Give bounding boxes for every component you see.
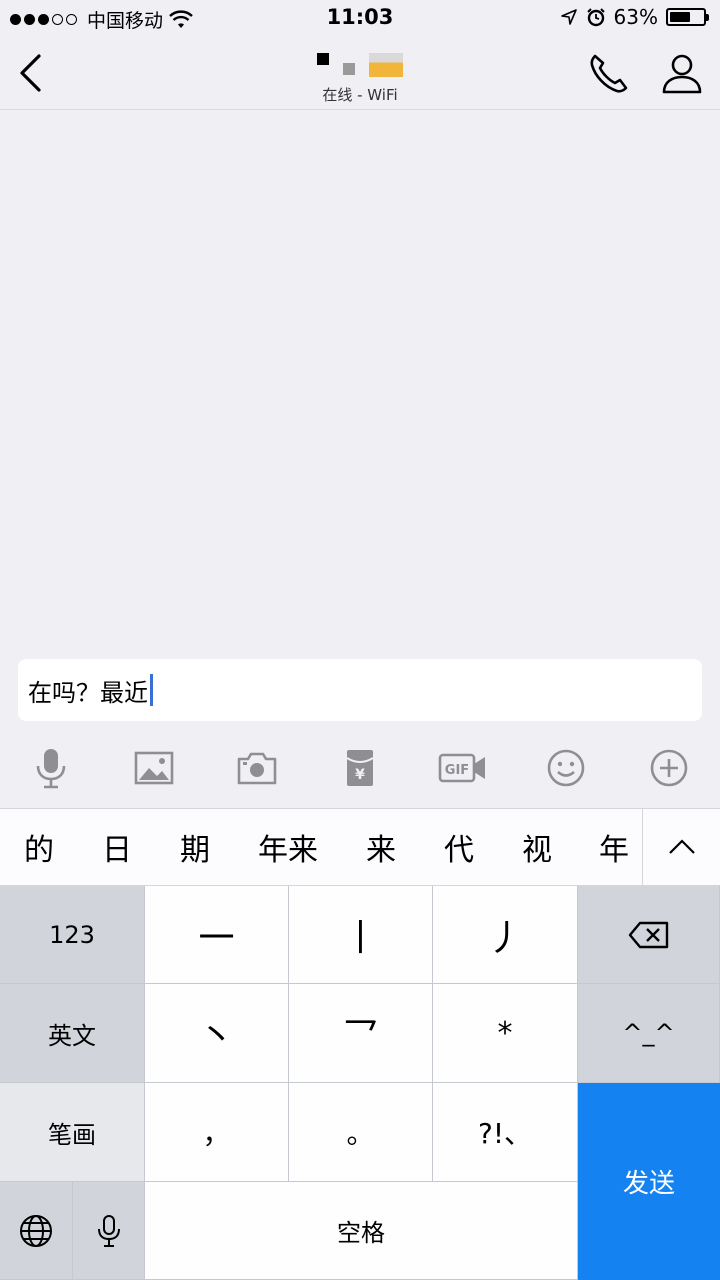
chevron-left-icon bbox=[20, 54, 41, 92]
phone-icon bbox=[590, 54, 628, 93]
backspace-icon bbox=[628, 921, 668, 948]
delete-key[interactable] bbox=[578, 886, 720, 984]
nav-bar: 在线 - WiFi bbox=[0, 36, 720, 110]
gif-label: GIF bbox=[445, 763, 469, 778]
candidate-item[interactable]: 年 bbox=[576, 809, 652, 885]
candidate-item[interactable]: 的 bbox=[0, 809, 78, 885]
chat-toolbar: ¥ GIF bbox=[0, 730, 720, 806]
candidate-item[interactable]: 代 bbox=[420, 809, 498, 885]
emoji-button[interactable] bbox=[514, 730, 617, 806]
globe-key[interactable] bbox=[0, 1182, 73, 1280]
key-stroke-heng[interactable]: 一 bbox=[145, 886, 289, 984]
key-emoticon[interactable]: ^_^ bbox=[578, 984, 720, 1083]
status-bar: 中国移动 11:03 63% bbox=[0, 0, 720, 36]
connection-status: 在线 - WiFi bbox=[322, 86, 398, 104]
plus-icon bbox=[650, 749, 687, 787]
gif-button[interactable]: GIF bbox=[411, 730, 514, 806]
key-stroke-mode[interactable]: 笔画 bbox=[0, 1083, 145, 1182]
key-comma[interactable]: ， bbox=[145, 1083, 289, 1182]
emoji-icon bbox=[547, 749, 585, 787]
keyboard: 123 一 丨 丿 英文 丶 乛 * ^_^ 笔画 ， 。 ?!、 空格 发送 bbox=[0, 886, 720, 1280]
key-stroke-zhe[interactable]: 乛 bbox=[289, 984, 433, 1083]
ime-candidate-bar: 的 日 期 年来 来 代 视 年 bbox=[0, 808, 720, 886]
space-key[interactable]: 空格 bbox=[145, 1182, 578, 1280]
battery-icon bbox=[666, 8, 709, 26]
key-123[interactable]: 123 bbox=[0, 886, 145, 984]
message-list[interactable] bbox=[0, 111, 720, 651]
key-english[interactable]: 英文 bbox=[0, 984, 145, 1083]
key-stroke-shu[interactable]: 丨 bbox=[289, 886, 433, 984]
key-wildcard[interactable]: * bbox=[433, 984, 578, 1083]
candidate-item[interactable]: 来 bbox=[342, 809, 420, 885]
microphone-icon bbox=[37, 749, 66, 789]
key-stroke-dian[interactable]: 丶 bbox=[145, 984, 289, 1083]
battery-percent: 63% bbox=[613, 5, 658, 29]
microphone-icon bbox=[97, 1214, 120, 1247]
phone-call-button[interactable] bbox=[585, 50, 633, 98]
red-envelope-icon: ¥ bbox=[346, 750, 374, 786]
back-button[interactable] bbox=[10, 48, 50, 98]
person-icon bbox=[662, 54, 702, 94]
location-arrow-icon bbox=[560, 9, 577, 25]
candidate-item[interactable]: 日 bbox=[78, 809, 156, 885]
more-button[interactable] bbox=[617, 730, 720, 806]
red-envelope-button[interactable]: ¥ bbox=[309, 730, 412, 806]
message-input[interactable]: 在吗？最近 bbox=[18, 659, 702, 721]
key-period[interactable]: 。 bbox=[289, 1083, 433, 1182]
camera-button[interactable] bbox=[206, 730, 309, 806]
key-punctuation[interactable]: ?!、 bbox=[433, 1083, 578, 1182]
camera-icon bbox=[237, 752, 277, 785]
photo-button[interactable] bbox=[103, 730, 206, 806]
voice-button[interactable] bbox=[0, 730, 103, 806]
contact-name-redacted bbox=[260, 46, 460, 78]
message-input-text: 在吗？最近 bbox=[28, 678, 148, 707]
send-button[interactable]: 发送 bbox=[578, 1083, 720, 1280]
candidate-expand-button[interactable] bbox=[642, 809, 720, 885]
gif-icon: GIF bbox=[438, 753, 485, 783]
chevron-up-icon bbox=[668, 839, 695, 854]
status-right: 63% bbox=[560, 5, 709, 29]
contact-profile-button[interactable] bbox=[658, 50, 706, 98]
candidate-item[interactable]: 期 bbox=[156, 809, 234, 885]
image-icon bbox=[134, 751, 174, 785]
globe-icon bbox=[20, 1214, 52, 1247]
alarm-icon bbox=[586, 8, 605, 27]
dictation-key[interactable] bbox=[73, 1182, 145, 1280]
red-envelope-symbol: ¥ bbox=[355, 767, 365, 783]
candidate-item[interactable]: 年来 bbox=[234, 809, 342, 885]
candidate-item[interactable]: 视 bbox=[498, 809, 576, 885]
contact-title[interactable]: 在线 - WiFi bbox=[260, 46, 460, 106]
text-cursor bbox=[150, 674, 153, 706]
key-stroke-pie[interactable]: 丿 bbox=[433, 886, 578, 984]
